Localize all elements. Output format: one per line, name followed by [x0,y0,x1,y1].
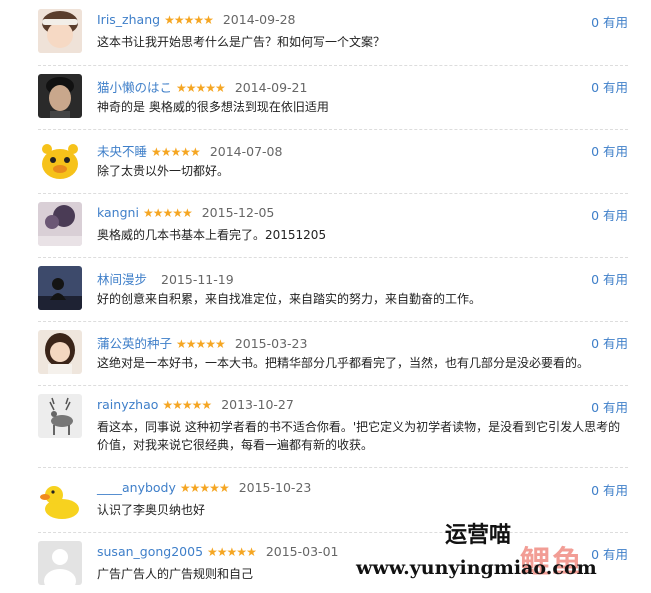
review-item: 林间漫步 2015-11-19 0 有用 好的创意来自积累，来自找准定位，来自踏实… [32,266,632,322]
avatar[interactable] [38,202,82,246]
review-text: 这本书让我开始思考什么是广告？和如何写一个文案？ [97,35,386,49]
watermark-url: www.yunyingmiao.com [356,557,597,579]
useful-button[interactable]: 0 有用 [591,12,628,31]
review-text: 看这本，同事说 这种初学者看的书不适合你看。'把它定义为初学者读物，是没看到它引… [97,420,621,452]
review-text: 奥格威的几本书基本上看完了。20151205 [97,228,327,242]
username-link[interactable]: rainyzhao [97,397,158,412]
review-text: 这绝对是一本好书，一本大书。把精华部分几乎都看完了，当然，也有几部分是没必要看的… [97,356,590,370]
review-date: 2014-07-08 [209,144,283,159]
star-rating: ★★★★★ [151,145,201,159]
star-rating: ★★★★★ [207,545,257,559]
star-rating: ★★★★★ [142,206,193,220]
watermark-title: 运营喵 [445,523,512,548]
review-item: 蒲公英的种子 ★★★★★ 2015-03-23 0 有用 这绝对是一本好书，一本大书… [32,330,632,386]
divider [38,385,628,386]
review-date: 2015-10-23 [238,480,312,495]
divider [38,257,628,258]
review-item: 未央不睡 ★★★★★ 2014-07-08 0 有用 除了太贵以外一切都好。 [32,138,632,194]
useful-button[interactable]: 0 有用 [591,333,628,352]
divider [38,193,628,194]
review-text: 好的创意来自积累，来自找准定位，来自踏实的努力，来自勤奋的工作。 [97,292,482,306]
review-item: Iris_zhang ★★★★★ 2014-09-28 0 有用 这本书让我开始思考… [32,9,632,65]
username-link[interactable]: 猫小懒のはこ [97,80,172,95]
avatar[interactable] [38,266,82,310]
review-date: 2014-09-21 [234,80,308,95]
star-rating: ★★★★★ [164,13,214,27]
star-rating: ★★★★★ [176,81,226,95]
username-link[interactable]: 蒲公英的种子 [97,336,172,351]
divider [38,467,628,468]
review-text: 除了太贵以外一切都好。 [97,164,230,178]
avatar[interactable] [38,394,82,438]
avatar[interactable] [38,138,82,182]
review-date: 2015-12-05 [201,205,275,220]
watermark: 运营喵 鲤鱼 www.yunyingmiao.com [350,517,650,593]
review-date: 2015-11-19 [161,272,234,287]
username-link[interactable]: Iris_zhang [97,12,160,27]
review-item: rainyzhao ★★★★★ 2013-10-27 0 有用 看这本，同事说 这种… [32,394,632,466]
useful-button[interactable]: 0 有用 [591,141,628,160]
avatar[interactable] [38,9,82,53]
username-link[interactable]: 未央不睡 [97,144,147,159]
review-text: 神奇的是 奥格威的很多想法到现在依旧适用 [97,100,329,114]
divider [38,321,628,322]
star-rating: ★★★★★ [179,481,230,495]
review-date: 2014-09-28 [222,12,296,27]
useful-button[interactable]: 0 有用 [591,269,628,288]
username-link[interactable]: susan_gong2005 [97,544,203,559]
star-rating: ★★★★★ [176,337,226,351]
username-link[interactable]: kangni [97,205,139,220]
review-item: kangni ★★★★★ 2015-12-05 0 有用 奥格威的几本书基本上看完了… [32,202,632,258]
useful-button[interactable]: 0 有用 [591,77,628,96]
review-item: 猫小懒のはこ ★★★★★ 2014-09-21 0 有用 神奇的是 奥格威的很多想法… [32,74,632,130]
avatar[interactable] [38,330,82,374]
avatar[interactable] [38,541,82,585]
useful-button[interactable]: 0 有用 [591,205,628,224]
review-date: 2013-10-27 [221,397,294,412]
useful-button[interactable]: 0 有用 [591,397,628,416]
useful-button[interactable]: 0 有用 [591,480,628,499]
star-rating: ★★★★★ [162,398,212,412]
divider [38,65,628,66]
divider [38,129,628,130]
username-link[interactable]: 林间漫步 [97,272,147,287]
username-link[interactable]: ____anybody [97,480,176,495]
avatar[interactable] [38,74,82,118]
avatar[interactable] [38,477,82,521]
review-date: 2015-03-01 [265,544,339,559]
review-date: 2015-03-23 [234,336,308,351]
